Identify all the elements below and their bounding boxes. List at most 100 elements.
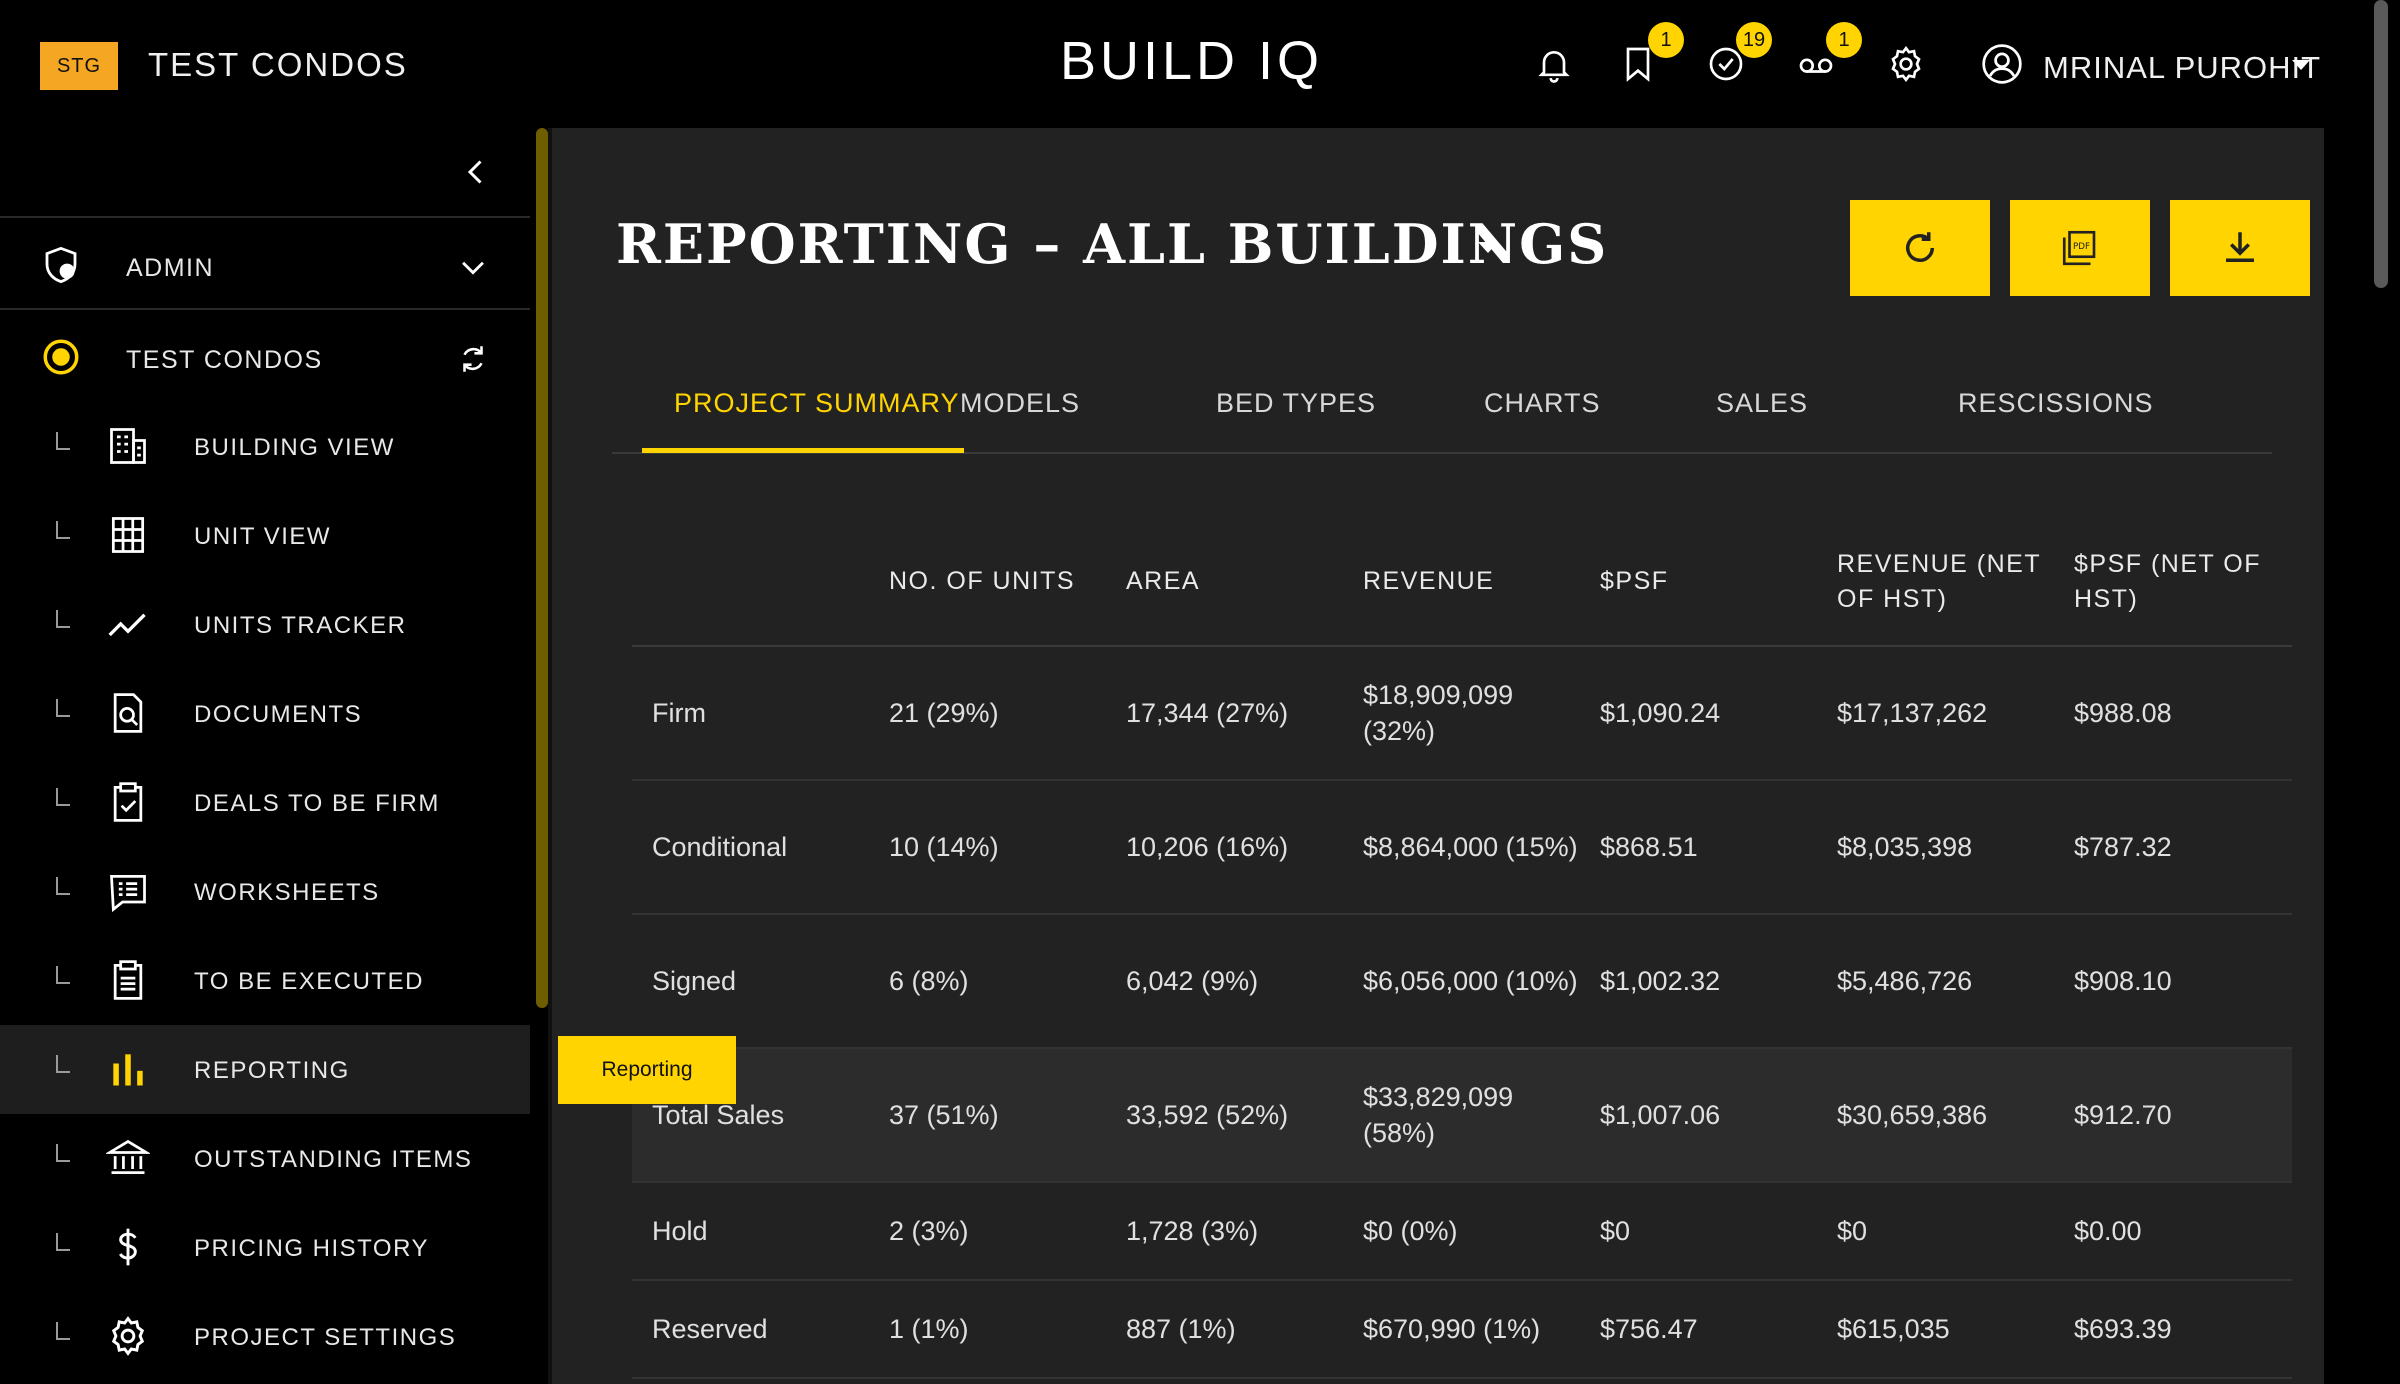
table-cell: Signed (632, 914, 869, 1049)
table-cell: $0 (0%) (1343, 1182, 1580, 1281)
column-header: $PSF (1580, 518, 1817, 647)
tree-branch (56, 432, 70, 450)
sidebar-item-label: BUILDING VIEW (194, 434, 395, 461)
table-row: Conditional 10 (14%) 10,206 (16%) $8,864… (632, 780, 2292, 915)
chevron-down-icon[interactable] (456, 250, 490, 284)
gear-icon[interactable] (1882, 40, 1930, 88)
column-header: NO. OF UNITS (869, 518, 1106, 647)
download-button[interactable] (2170, 200, 2310, 296)
refresh-icon[interactable] (456, 342, 490, 376)
top-bar: STG TEST CONDOS BUILD IQ 1 19 1 MRINAL P… (0, 0, 2400, 128)
app-title: BUILD IQ (1060, 31, 1324, 91)
table-cell: 33,592 (52%) (1106, 1048, 1343, 1183)
document-search-icon (106, 691, 150, 735)
sidebar: ADMIN TEST CONDOS BUILDING VIEW UNIT VIE… (0, 128, 530, 1384)
building-dropdown-caret-icon[interactable] (1478, 242, 1498, 253)
page-scrollbar[interactable] (2374, 0, 2388, 288)
sidebar-section-admin[interactable]: ADMIN (0, 220, 530, 310)
table-cell: $0 (1580, 1182, 1817, 1281)
project-name[interactable]: TEST CONDOS (148, 46, 408, 84)
sidebar-item-unit-view[interactable]: UNIT VIEW (0, 491, 530, 580)
refresh-icon (1906, 232, 1934, 262)
tab-bed-types[interactable]: BED TYPES (1216, 388, 1376, 419)
table-row: Signed 6 (8%) 6,042 (9%) $6,056,000 (10%… (632, 914, 2292, 1049)
tree-branch (56, 1233, 70, 1251)
sidebar-item-label: UNITS TRACKER (194, 612, 407, 639)
table-row: Hold 2 (3%) 1,728 (3%) $0 (0%) $0 $0 $0.… (632, 1182, 2292, 1281)
sidebar-item-reporting[interactable]: REPORTING (0, 1025, 530, 1114)
user-avatar-icon[interactable] (1980, 42, 2024, 86)
reporting-tooltip: Reporting (558, 1036, 736, 1104)
download-icon (2226, 232, 2254, 262)
column-header: AREA (1106, 518, 1343, 647)
sidebar-item-deals-to-be-firm[interactable]: DEALS TO BE FIRM (0, 758, 530, 847)
table-cell: 2 (3%) (869, 1182, 1106, 1281)
clipboard-check-icon (106, 780, 150, 824)
sidebar-item-label: TO BE EXECUTED (194, 968, 424, 995)
sidebar-item-label: PROJECT SETTINGS (194, 1324, 457, 1351)
sidebar-item-units-tracker[interactable]: UNITS TRACKER (0, 580, 530, 669)
refresh-button[interactable] (1850, 200, 1990, 296)
env-badge: STG (40, 42, 118, 90)
table-cell: $30,659,386 (1817, 1048, 2054, 1183)
line-chart-icon (106, 602, 150, 646)
sidebar-item-project-settings[interactable]: PROJECT SETTINGS (0, 1292, 530, 1381)
page-title[interactable]: REPORTING – ALL BUILDINGS (616, 212, 1608, 276)
check-circle-icon[interactable]: 19 (1702, 22, 1772, 88)
sidebar-item-pricing-history[interactable]: PRICING HISTORY (0, 1203, 530, 1292)
user-name[interactable]: MRINAL PUROHIT (2043, 50, 2321, 86)
table-cell: Reserved (632, 1280, 869, 1379)
table-cell: $8,864,000 (15%) (1343, 780, 1580, 915)
bar-chart-icon (106, 1047, 150, 1091)
table-cell: $988.08 (2054, 646, 2292, 781)
sidebar-section-project[interactable]: TEST CONDOS (0, 312, 530, 402)
tab-sales[interactable]: SALES (1716, 388, 1808, 419)
sidebar-item-label: REPORTING (194, 1057, 350, 1084)
tab-project-summary[interactable]: PROJECT SUMMARY (674, 388, 960, 419)
table-cell: $912.70 (2054, 1048, 2292, 1183)
table-cell: 6 (8%) (869, 914, 1106, 1049)
table-row-total: Total Sales 37 (51%) 33,592 (52%) $33,82… (632, 1048, 2292, 1183)
bookmark-badge: 1 (1648, 22, 1684, 58)
table-cell: 17,344 (27%) (1106, 646, 1343, 781)
chevron-left-icon[interactable] (458, 154, 494, 190)
table-cell: 10,206 (16%) (1106, 780, 1343, 915)
tab-rescissions[interactable]: RESCISSIONS (1958, 388, 2154, 419)
sidebar-item-label: OUTSTANDING ITEMS (194, 1146, 473, 1173)
table-cell: 37 (51%) (869, 1048, 1106, 1183)
sidebar-item-label: WORKSHEETS (194, 879, 380, 906)
sidebar-item-worksheets[interactable]: WORKSHEETS (0, 847, 530, 936)
user-menu-caret-icon[interactable] (2292, 60, 2310, 70)
table-cell: $787.32 (2054, 780, 2292, 915)
tree-branch (56, 1055, 70, 1073)
table-cell: $615,035 (1817, 1280, 2054, 1379)
sidebar-item-building-view[interactable]: BUILDING VIEW (0, 402, 530, 491)
sidebar-scrollbar[interactable] (536, 128, 548, 1008)
tab-models[interactable]: MODELS (960, 388, 1080, 419)
clipboard-list-icon (106, 958, 150, 1002)
voicemail-badge: 1 (1826, 22, 1862, 58)
sidebar-item-outstanding-items[interactable]: OUTSTANDING ITEMS (0, 1114, 530, 1203)
table-cell: $756.47 (1580, 1280, 1817, 1379)
table-cell: $0.00 (2054, 1182, 2292, 1281)
pdf-export-button[interactable]: PDF (2010, 200, 2150, 296)
table-cell: $0 (1817, 1182, 2054, 1281)
table-cell: $5,486,726 (1817, 914, 2054, 1049)
table-cell: $33,829,099 (58%) (1343, 1048, 1580, 1183)
sidebar-item-documents[interactable]: DOCUMENTS (0, 669, 530, 758)
sidebar-collapse-row (0, 128, 530, 218)
table-cell: 21 (29%) (869, 646, 1106, 781)
tab-charts[interactable]: CHARTS (1484, 388, 1601, 419)
bookmark-icon[interactable]: 1 (1614, 22, 1684, 88)
bell-icon[interactable] (1530, 40, 1578, 88)
tasks-badge: 19 (1736, 22, 1772, 58)
voicemail-icon[interactable]: 1 (1792, 22, 1862, 88)
tree-branch (56, 521, 70, 539)
column-header: REVENUE (NET OF HST) (1817, 518, 2054, 647)
svg-text:PDF: PDF (2073, 242, 2090, 252)
shield-user-icon (40, 244, 82, 286)
table-cell: Conditional (632, 780, 869, 915)
tree-branch (56, 699, 70, 717)
tree-branch (56, 1144, 70, 1162)
sidebar-item-to-be-executed[interactable]: TO BE EXECUTED (0, 936, 530, 1025)
